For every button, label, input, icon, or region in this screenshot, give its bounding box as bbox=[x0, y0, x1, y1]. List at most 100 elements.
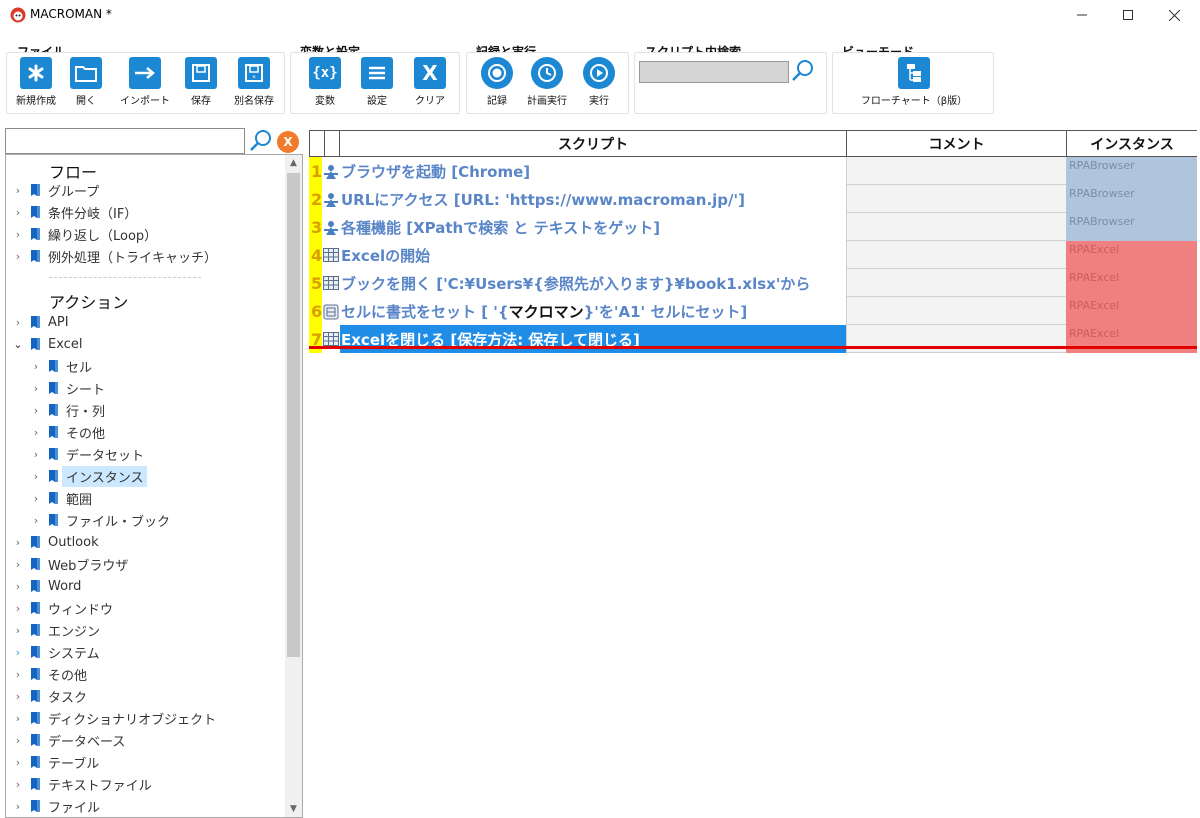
record-button[interactable]: 記録 bbox=[477, 57, 517, 107]
chevron-right-icon[interactable]: › bbox=[10, 206, 26, 219]
save-as-button[interactable]: * 別名保存 bbox=[225, 57, 283, 107]
script-column-header[interactable]: スクリプト bbox=[339, 130, 847, 157]
chevron-right-icon[interactable]: › bbox=[10, 228, 26, 241]
chevron-right-icon[interactable]: › bbox=[10, 624, 26, 637]
tree-item[interactable]: › 範囲 bbox=[28, 487, 92, 509]
instance-cell[interactable]: RPABrowser bbox=[1066, 213, 1197, 241]
comment-column-header[interactable]: コメント bbox=[846, 130, 1067, 157]
scroll-down-icon[interactable]: ▼ bbox=[285, 801, 302, 817]
chevron-right-icon[interactable]: › bbox=[10, 756, 26, 769]
tree-item[interactable]: › エンジン bbox=[10, 619, 100, 641]
schedule-run-button[interactable]: 計画実行 bbox=[523, 57, 571, 107]
minimize-button[interactable] bbox=[1059, 0, 1105, 30]
script-cell[interactable]: ブラウザを起動 [Chrome] bbox=[340, 157, 846, 185]
comment-cell[interactable] bbox=[846, 297, 1066, 325]
import-button[interactable]: インポート bbox=[115, 57, 175, 107]
chevron-right-icon[interactable]: › bbox=[28, 514, 44, 527]
script-cell[interactable]: セルに書式をセット [ '{マクロマン}'を'A1' セルにセット] bbox=[340, 297, 846, 325]
scroll-up-icon[interactable]: ▲ bbox=[285, 155, 302, 171]
script-search-button[interactable] bbox=[791, 59, 815, 83]
chevron-right-icon[interactable]: › bbox=[10, 734, 26, 747]
open-button[interactable]: 開く bbox=[66, 57, 106, 107]
script-row[interactable]: 1 ブラウザを起動 [Chrome] RPABrowser bbox=[309, 157, 1197, 185]
script-row[interactable]: 3 各種機能 [XPathで検索 と テキストをゲット] RPABrowser bbox=[309, 213, 1197, 241]
instance-cell[interactable]: RPAExcel bbox=[1066, 269, 1197, 297]
tree-item[interactable]: ⌄ Excel bbox=[10, 333, 82, 355]
settings-button[interactable]: 設定 bbox=[357, 57, 397, 107]
chevron-right-icon[interactable]: › bbox=[28, 492, 44, 505]
chevron-right-icon[interactable]: › bbox=[10, 316, 26, 329]
variables-button[interactable]: {x} 変数 bbox=[305, 57, 345, 107]
tree-item[interactable]: › API bbox=[10, 311, 69, 333]
save-button[interactable]: 保存 bbox=[181, 57, 221, 107]
chevron-right-icon[interactable]: › bbox=[28, 404, 44, 417]
scrollbar-thumb[interactable] bbox=[287, 173, 300, 657]
script-row[interactable]: 5 ブックを開く ['C:¥Users¥{参照先が入ります}¥book1.xls… bbox=[309, 269, 1197, 297]
chevron-right-icon[interactable]: › bbox=[10, 690, 26, 703]
comment-cell[interactable] bbox=[846, 241, 1066, 269]
tree-item[interactable]: › セル bbox=[28, 355, 92, 377]
tree-item[interactable]: › Webブラウザ bbox=[10, 553, 129, 575]
chevron-down-icon[interactable]: ⌄ bbox=[10, 338, 26, 351]
instance-cell[interactable]: RPAExcel bbox=[1066, 297, 1197, 325]
tree-scrollbar[interactable]: ▲ ▼ bbox=[285, 155, 302, 817]
chevron-right-icon[interactable]: › bbox=[28, 426, 44, 439]
tree-item[interactable]: › その他 bbox=[28, 421, 105, 443]
clear-button[interactable]: X クリア bbox=[409, 57, 451, 107]
script-cell[interactable]: ブックを開く ['C:¥Users¥{参照先が入ります}¥book1.xlsx'… bbox=[340, 269, 846, 297]
chevron-right-icon[interactable]: › bbox=[28, 470, 44, 483]
tree-item[interactable]: › ファイル・ブック bbox=[28, 509, 170, 531]
chevron-right-icon[interactable]: › bbox=[10, 580, 26, 593]
instance-column-header[interactable]: インスタンス bbox=[1066, 130, 1197, 157]
tree-item[interactable]: › データセット bbox=[28, 443, 144, 465]
instance-cell[interactable]: RPAExcel bbox=[1066, 241, 1197, 269]
chevron-right-icon[interactable]: › bbox=[10, 800, 26, 813]
chevron-right-icon[interactable]: › bbox=[10, 184, 26, 197]
chevron-right-icon[interactable]: › bbox=[10, 558, 26, 571]
chevron-right-icon[interactable]: › bbox=[10, 250, 26, 263]
tree-item[interactable]: › システム bbox=[10, 641, 100, 663]
chevron-right-icon[interactable]: › bbox=[28, 382, 44, 395]
script-search-input[interactable] bbox=[639, 61, 789, 83]
maximize-button[interactable] bbox=[1105, 0, 1151, 30]
tree-item[interactable]: › データベース bbox=[10, 729, 126, 751]
chevron-right-icon[interactable]: › bbox=[28, 448, 44, 461]
run-button[interactable]: 実行 bbox=[579, 57, 619, 107]
comment-cell[interactable] bbox=[846, 213, 1066, 241]
new-button[interactable]: 新規作成 bbox=[8, 57, 64, 107]
script-cell[interactable]: Excelの開始 bbox=[340, 241, 846, 269]
tree-item[interactable]: › テーブル bbox=[10, 751, 99, 773]
tree-item[interactable]: › ディクショナリオブジェクト bbox=[10, 707, 216, 729]
chevron-right-icon[interactable]: › bbox=[10, 602, 26, 615]
tree-item[interactable]: › 行・列 bbox=[28, 399, 105, 421]
chevron-right-icon[interactable]: › bbox=[10, 778, 26, 791]
chevron-right-icon[interactable]: › bbox=[10, 712, 26, 725]
close-button[interactable] bbox=[1151, 0, 1197, 30]
tree-item[interactable]: › ウィンドウ bbox=[10, 597, 113, 619]
tree-item[interactable]: › グループ bbox=[10, 179, 99, 201]
tree-search-input[interactable] bbox=[5, 128, 245, 154]
script-cell[interactable]: URLにアクセス [URL: 'https://www.macroman.jp/… bbox=[340, 185, 846, 213]
script-cell[interactable]: 各種機能 [XPathで検索 と テキストをゲット] bbox=[340, 213, 846, 241]
script-row[interactable]: 2 URLにアクセス [URL: 'https://www.macroman.j… bbox=[309, 185, 1197, 213]
tree-item[interactable]: › 条件分岐（IF） bbox=[10, 201, 138, 223]
tree-item[interactable]: › Outlook bbox=[10, 531, 99, 553]
instance-cell[interactable]: RPABrowser bbox=[1066, 157, 1197, 185]
instance-cell[interactable]: RPABrowser bbox=[1066, 185, 1197, 213]
script-row[interactable]: 6 セルに書式をセット [ '{マクロマン}'を'A1' セルにセット] RPA… bbox=[309, 297, 1197, 325]
tree-clear-button[interactable]: X bbox=[277, 131, 299, 153]
tree-item-selected[interactable]: › インスタンス bbox=[28, 465, 148, 487]
tree-item[interactable]: › テキストファイル bbox=[10, 773, 152, 795]
flowchart-button[interactable]: フローチャート（β版） bbox=[853, 57, 975, 107]
tree-item[interactable]: › シート bbox=[28, 377, 105, 399]
chevron-right-icon[interactable]: › bbox=[28, 360, 44, 373]
chevron-right-icon[interactable]: › bbox=[10, 646, 26, 659]
comment-cell[interactable] bbox=[846, 269, 1066, 297]
tree-item[interactable]: › Word bbox=[10, 575, 82, 597]
chevron-right-icon[interactable]: › bbox=[10, 536, 26, 549]
comment-cell[interactable] bbox=[846, 157, 1066, 185]
script-row[interactable]: 4 Excelの開始 RPAExcel bbox=[309, 241, 1197, 269]
tree-search-button[interactable] bbox=[249, 129, 273, 153]
tree-item[interactable]: › ファイル bbox=[10, 795, 100, 817]
tree-item[interactable]: › 例外処理（トライキャッチ） bbox=[10, 245, 217, 267]
